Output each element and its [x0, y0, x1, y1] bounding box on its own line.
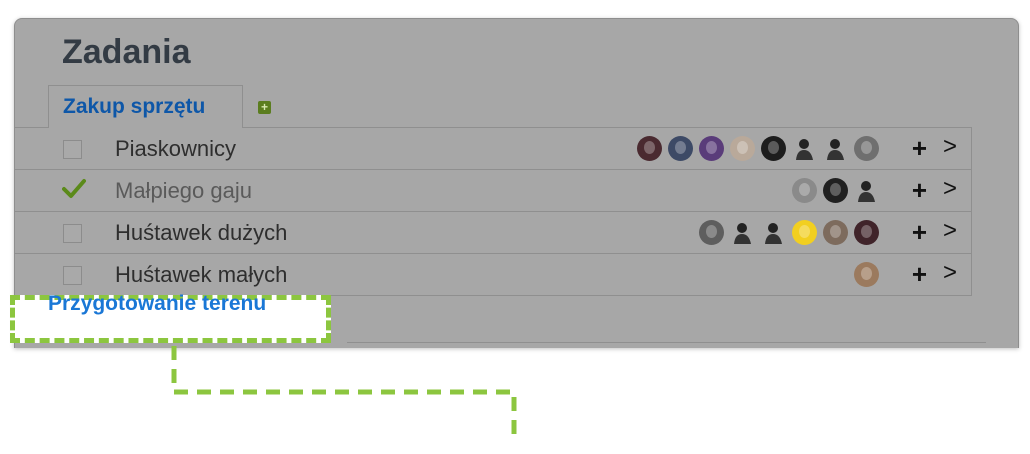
connector-line [171, 346, 517, 442]
tab-label[interactable]: Zakup sprzętu [63, 95, 205, 119]
tab-zakup-sprzetu[interactable]: Zakup sprzętu [48, 85, 243, 128]
section-link[interactable]: Przygotowanie terenu [48, 292, 266, 316]
